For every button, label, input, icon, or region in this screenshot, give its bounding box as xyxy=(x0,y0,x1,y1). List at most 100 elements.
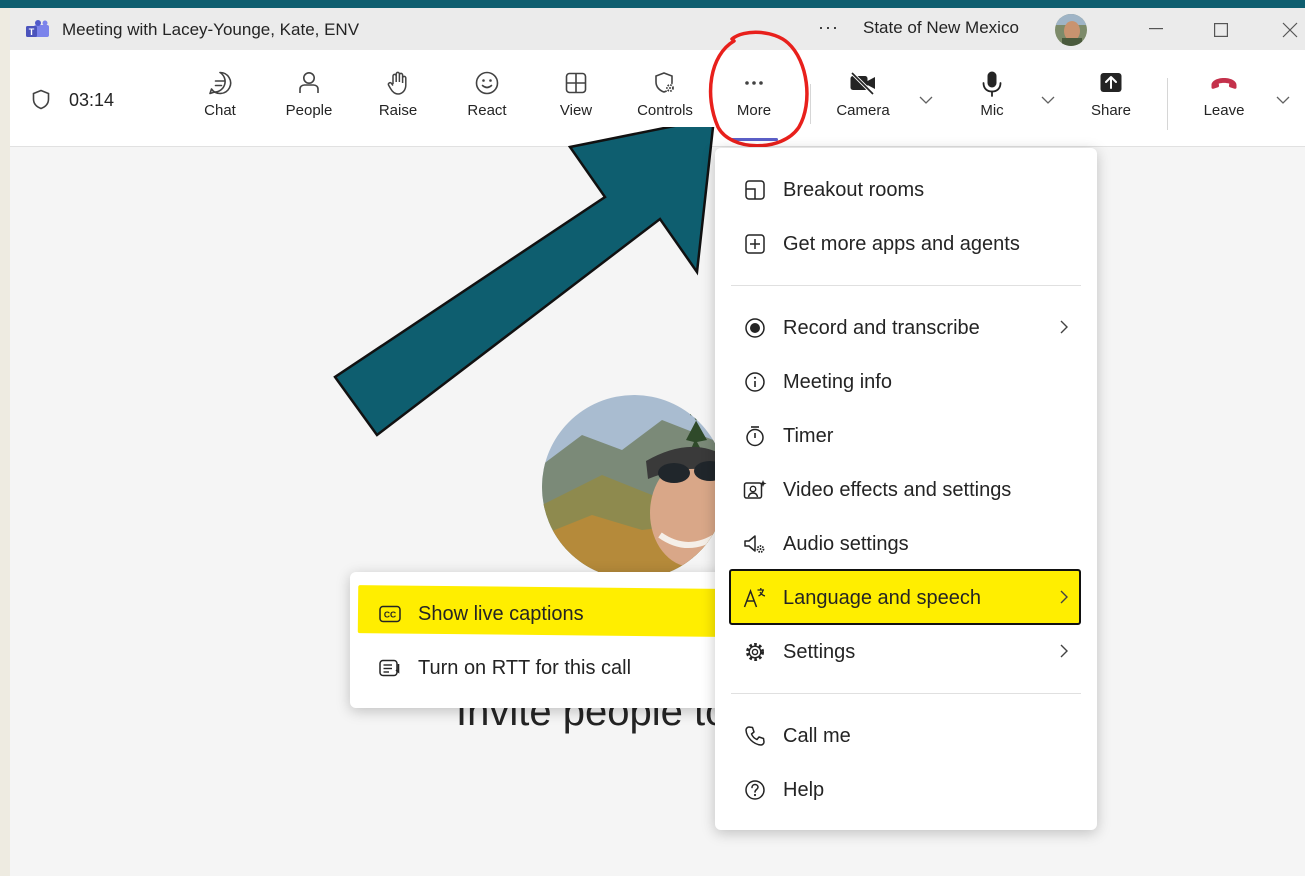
window-left-edge xyxy=(0,8,10,876)
controls-label: Controls xyxy=(637,102,693,119)
leave-options-chevron-icon[interactable] xyxy=(1276,96,1290,105)
menu-divider-2 xyxy=(731,693,1081,694)
toolbar-separator xyxy=(810,84,811,124)
rtt-item[interactable]: Turn on RTT for this call xyxy=(350,643,730,693)
show-live-captions-item[interactable]: CC Show live captions xyxy=(350,589,730,639)
mic-label: Mic xyxy=(980,102,1004,119)
title-bar: T Meeting with Lacey-Younge, Kate, ENV ·… xyxy=(10,8,1305,50)
rtt-label: Turn on RTT for this call xyxy=(418,656,632,679)
call-me-item[interactable]: Call me xyxy=(715,711,1097,761)
share-label: Share xyxy=(1090,102,1132,119)
settings-item[interactable]: Settings xyxy=(715,627,1097,677)
meeting-toolbar: 03:14 Chat People Raise React View Contr… xyxy=(10,30,1305,148)
get-more-apps-label: Get more apps and agents xyxy=(783,232,1020,255)
more-options-dots[interactable]: ··· xyxy=(818,17,839,38)
more-active-indicator xyxy=(730,138,778,141)
mic-icon xyxy=(982,71,1002,97)
camera-off-icon xyxy=(850,71,875,96)
raise-label: Raise xyxy=(378,102,418,119)
more-button[interactable]: More xyxy=(714,70,794,141)
call-me-label: Call me xyxy=(783,724,851,747)
help-icon xyxy=(743,778,767,802)
gear-icon xyxy=(743,640,767,664)
more-label: More xyxy=(736,102,772,119)
minimize-icon[interactable] xyxy=(1149,28,1163,30)
window-top-accent xyxy=(0,0,1305,8)
help-item[interactable]: Help xyxy=(715,765,1097,815)
phone-icon xyxy=(743,724,767,748)
maximize-icon[interactable] xyxy=(1214,23,1228,37)
chevron-right-icon xyxy=(1060,320,1068,334)
add-app-icon xyxy=(743,232,767,256)
more-dots-icon xyxy=(745,81,763,85)
svg-text:CC: CC xyxy=(384,610,396,620)
view-label: View xyxy=(559,102,593,119)
shield-icon xyxy=(32,89,50,110)
get-more-apps-item[interactable]: Get more apps and agents xyxy=(715,219,1097,269)
people-label: People xyxy=(285,102,333,119)
share-icon xyxy=(1100,73,1122,92)
meeting-info-item[interactable]: Meeting info xyxy=(715,357,1097,407)
svg-text:T: T xyxy=(29,27,35,37)
smiley-icon xyxy=(475,71,499,95)
mic-button[interactable]: Mic xyxy=(952,70,1032,140)
rtt-icon xyxy=(378,656,402,680)
leave-label: Leave xyxy=(1203,102,1245,119)
video-effects-item[interactable]: Video effects and settings xyxy=(715,465,1097,515)
info-icon xyxy=(743,370,767,394)
mic-options-chevron-icon[interactable] xyxy=(1041,96,1055,105)
breakout-icon xyxy=(743,178,767,202)
chevron-right-icon xyxy=(1060,644,1068,658)
breakout-rooms-label: Breakout rooms xyxy=(783,178,925,201)
language-speech-item[interactable]: Language and speech xyxy=(715,573,1097,623)
shield-gear-icon xyxy=(655,72,675,93)
record-transcribe-item[interactable]: Record and transcribe xyxy=(715,303,1097,353)
view-button[interactable]: View xyxy=(536,70,616,140)
teams-logo-icon: T xyxy=(26,20,49,37)
show-live-captions-label: Show live captions xyxy=(418,602,584,625)
audio-settings-item[interactable]: Audio settings xyxy=(715,519,1097,569)
camera-label: Camera xyxy=(836,102,890,119)
react-button[interactable]: React xyxy=(447,70,527,140)
chat-icon xyxy=(209,71,232,95)
toolbar-separator-2 xyxy=(1167,78,1168,130)
share-button[interactable]: Share xyxy=(1071,70,1151,140)
people-button[interactable]: People xyxy=(269,70,349,140)
help-label: Help xyxy=(783,778,825,801)
chevron-right-icon xyxy=(1060,590,1068,604)
controls-button[interactable]: Controls xyxy=(625,70,705,140)
more-menu: Breakout rooms Get more apps and agents … xyxy=(715,148,1097,830)
raise-hand-button[interactable]: Raise xyxy=(358,70,438,140)
record-icon xyxy=(743,316,767,340)
people-icon xyxy=(299,72,319,93)
audio-settings-icon xyxy=(743,532,767,556)
video-effects-label: Video effects and settings xyxy=(783,478,1012,501)
camera-button[interactable]: Camera xyxy=(823,70,903,140)
close-icon[interactable] xyxy=(1282,22,1298,38)
meeting-stage: Invite people to xyxy=(10,127,1305,876)
leave-button[interactable]: Leave xyxy=(1184,70,1264,140)
avatar[interactable] xyxy=(1054,13,1088,47)
hangup-icon xyxy=(1211,78,1237,89)
video-effects-icon xyxy=(743,478,767,502)
breakout-rooms-item[interactable]: Breakout rooms xyxy=(715,165,1097,215)
menu-divider xyxy=(731,285,1081,286)
language-speech-label: Language and speech xyxy=(783,586,981,609)
meeting-timer: 03:14 xyxy=(69,90,115,110)
window-title: Meeting with Lacey-Younge, Kate, ENV xyxy=(62,20,360,39)
settings-label: Settings xyxy=(783,640,856,663)
chat-label: Chat xyxy=(204,102,236,119)
chat-button[interactable]: Chat xyxy=(180,70,260,140)
language-icon xyxy=(743,586,767,610)
meeting-info-label: Meeting info xyxy=(783,370,892,393)
grid-icon xyxy=(565,72,587,94)
audio-settings-label: Audio settings xyxy=(783,532,909,555)
record-transcribe-label: Record and transcribe xyxy=(783,316,980,339)
timer-label: Timer xyxy=(783,424,834,447)
captions-icon: CC xyxy=(378,602,402,626)
timer-item[interactable]: Timer xyxy=(715,411,1097,461)
timer-icon xyxy=(743,424,767,448)
participant-avatar xyxy=(542,395,726,579)
language-submenu: CC Show live captions Turn on RTT for th… xyxy=(350,572,730,708)
camera-options-chevron-icon[interactable] xyxy=(919,96,933,105)
